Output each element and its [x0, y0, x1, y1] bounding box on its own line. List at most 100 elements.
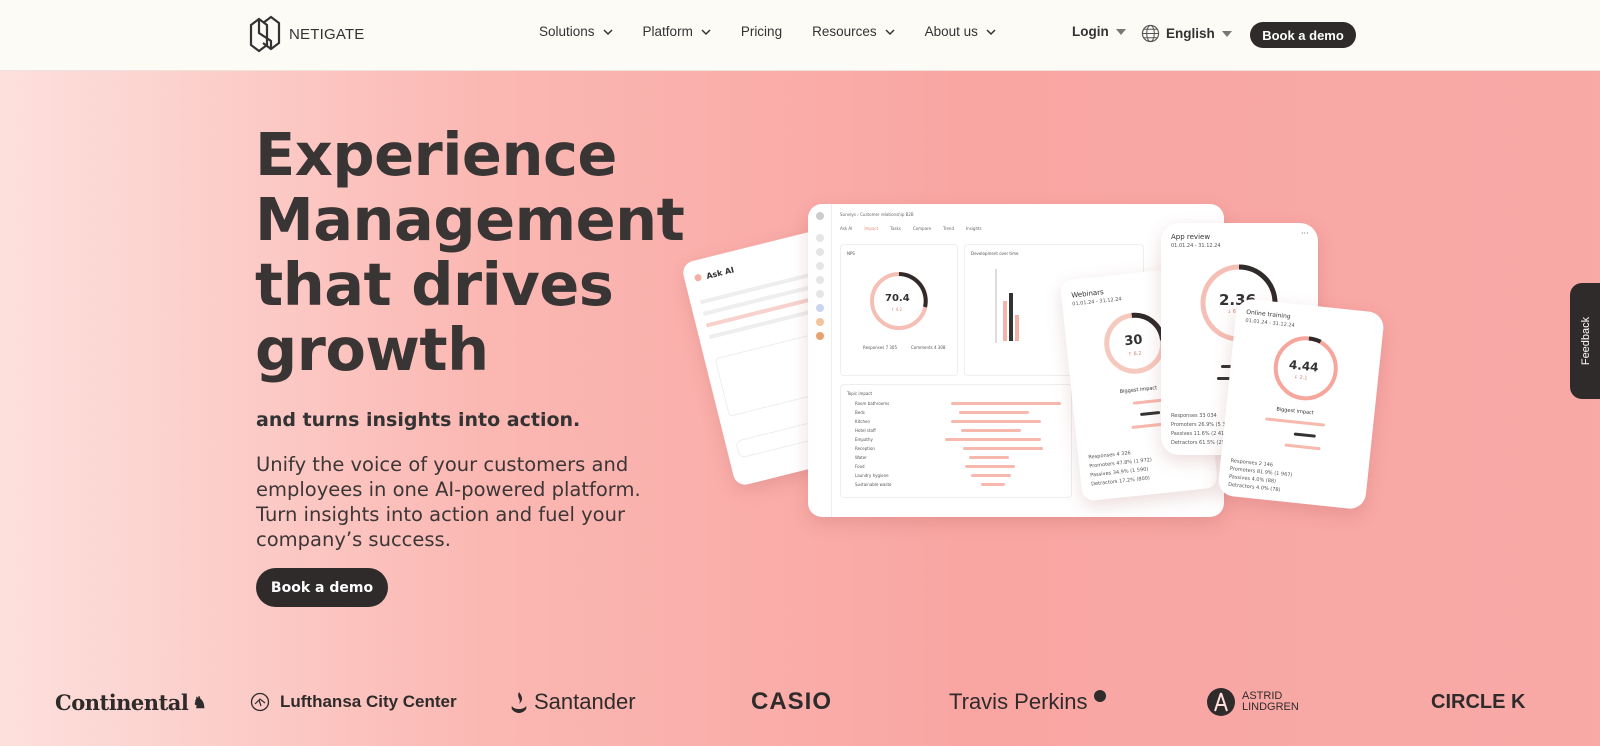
menu-icon: [816, 290, 824, 298]
dashboard-tabs: Ask AI Impact Tasks Compare Trend Insigh…: [840, 226, 982, 231]
impact-bar: [1293, 432, 1316, 438]
nav-about-us[interactable]: About us: [925, 24, 996, 39]
book-demo-hero-button[interactable]: Book a demo: [256, 568, 388, 607]
avatar: [816, 332, 824, 340]
menu-icon: [816, 234, 824, 242]
impact-bar: [969, 456, 1009, 459]
development-label: Development over time: [971, 251, 1019, 256]
topic-label: Beds: [855, 410, 865, 415]
avatar: [816, 304, 824, 312]
impact-bar: [1132, 398, 1163, 405]
chevron-down-icon: [986, 28, 996, 35]
logo-continental: Continental ♞: [55, 680, 207, 724]
chart-axis: [995, 269, 997, 343]
nps-panel: NPS 70.4 ↑ 4.2 Responses 7 305 Comments …: [840, 244, 958, 376]
hero-subtitle: and turns insights into action.: [256, 409, 581, 431]
sparkle-icon: [693, 273, 703, 282]
online-training-delta: ↓ 2.1: [1293, 374, 1308, 382]
topic-label: Reception: [855, 446, 875, 451]
flame-icon: [511, 692, 527, 713]
globe-icon: [1141, 24, 1160, 43]
menu-icon: [816, 276, 824, 284]
book-demo-header-button[interactable]: Book a demo: [1250, 22, 1356, 48]
nav-pricing[interactable]: Pricing: [741, 24, 782, 39]
feedback-tab[interactable]: Feedback: [1570, 283, 1600, 399]
tab: Ask AI: [840, 226, 853, 231]
brand-name: NETIGATE: [289, 25, 365, 43]
impact-title: Biggest impact: [1119, 385, 1158, 396]
astrid-lindgren-emblem-icon: [1207, 688, 1235, 716]
topic-impact-panel: Topic impact Room bathrooms Beds Kitchen…: [840, 384, 1072, 498]
chevron-down-icon: [603, 28, 613, 35]
impact-bar: [959, 411, 1029, 414]
nav-resources[interactable]: Resources: [812, 24, 895, 39]
impact-bar: [961, 429, 1021, 432]
logo-lufthansa: Lufthansa City Center: [250, 680, 457, 724]
tab: Trend: [943, 226, 954, 231]
app-review-title: App review: [1171, 233, 1211, 241]
menu-icon: [816, 248, 824, 256]
impact-bar: [971, 474, 1011, 477]
logo-circle-k: CIRCLE K: [1431, 680, 1525, 724]
language-selector[interactable]: English: [1141, 24, 1232, 43]
topic-label: Hotel staff: [855, 428, 876, 433]
dashboard-sidebar: [808, 204, 832, 517]
ask-ai-title: Ask AI: [705, 265, 736, 281]
app-review-date: 01.01.24 - 31.12.24: [1171, 243, 1221, 249]
topic-impact-label: Topic impact: [847, 391, 873, 396]
dashboard-breadcrumb: Surveys › Customer relationship B2B: [840, 212, 914, 217]
impact-title: Biggest impact: [1275, 406, 1315, 417]
feedback-label: Feedback: [1580, 316, 1592, 366]
menu-icon: [816, 262, 824, 270]
stat-line: Responses 33 034: [1171, 413, 1217, 419]
impact-bar: [981, 483, 1005, 486]
impact-bar: [1284, 443, 1321, 451]
nps-score: 70.4: [885, 293, 910, 304]
nav-label: Platform: [642, 24, 693, 39]
nav-label: Resources: [812, 24, 877, 39]
caret-down-icon: [1115, 28, 1126, 35]
chart-bar: [1015, 315, 1019, 341]
tab: Tasks: [890, 226, 901, 231]
chevron-down-icon: [701, 28, 711, 35]
logo-text: CIRCLE K: [1431, 690, 1526, 713]
nps-label: NPS: [847, 251, 855, 256]
impact-bar: [963, 447, 1043, 450]
caret-down-icon: [1221, 30, 1232, 37]
login-menu[interactable]: Login: [1072, 24, 1126, 39]
tab: Insights: [966, 226, 982, 231]
nav-label: Pricing: [740, 24, 783, 39]
more-icon: ···: [1301, 229, 1309, 238]
tab: Compare: [912, 226, 932, 231]
customer-logos: Continental ♞ Lufthansa City Center Sant…: [0, 680, 1600, 724]
comments-count: Comments 4 308: [911, 345, 946, 350]
logo-text: CASIO: [751, 688, 833, 715]
netigate-logo-icon: [249, 15, 281, 53]
logo-text: ASTRID LINDGREN: [1242, 690, 1299, 713]
topic-label: Water: [855, 455, 867, 460]
nav-label: About us: [924, 24, 978, 39]
brand-logo[interactable]: NETIGATE: [247, 15, 365, 53]
logo-text: Lufthansa City Center: [280, 692, 457, 711]
webinars-score: 30: [1123, 332, 1144, 350]
hero-title: Experience Management that drives growth: [255, 120, 685, 384]
impact-bar: [951, 420, 1041, 423]
online-training-card: Online training 01.01.24 - 31.12.24 4.44…: [1217, 297, 1385, 511]
logo-icon: [816, 212, 824, 220]
login-label: Login: [1072, 24, 1109, 39]
topic-label: Sustainable waste: [855, 482, 892, 487]
logo-text: Santander: [534, 689, 636, 714]
logo-casio: CASIO: [751, 680, 832, 724]
main-nav: Solutions Platform Pricing Resources Abo…: [539, 24, 1026, 39]
crane-icon: [250, 692, 270, 712]
topic-label: Empathy: [855, 437, 873, 442]
tab: Impact: [864, 226, 879, 231]
language-label: English: [1166, 26, 1215, 41]
impact-bar: [951, 402, 1061, 405]
logo-astrid-lindgren: ASTRID LINDGREN: [1206, 680, 1302, 724]
topic-label: Kitchen: [855, 419, 871, 424]
topic-label: Room bathrooms: [855, 401, 890, 406]
nav-platform[interactable]: Platform: [643, 24, 711, 39]
nav-solutions[interactable]: Solutions: [539, 24, 613, 39]
logo-travis-perkins: Travis Perkins: [949, 680, 1106, 724]
